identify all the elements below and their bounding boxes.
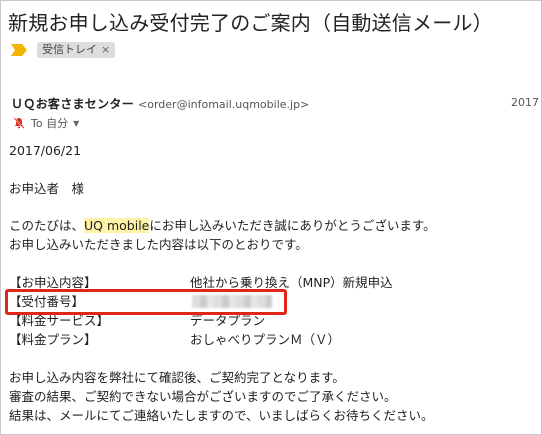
brand-highlight: UQ mobile (84, 218, 150, 233)
recipient-text: To 自分 (31, 117, 69, 130)
recipient-row: To 自分 ▼ (13, 115, 79, 131)
intro-line-2: お申し込みいただきました内容は以下のとおりです。 (9, 237, 308, 252)
intro-text-pre: このたびは、 (9, 218, 85, 233)
received-date: 2017 (511, 96, 539, 109)
remove-label-icon[interactable]: × (101, 43, 110, 56)
closing-line-3: 結果は、メールにてご連絡いたしますので、いましばらくお待ちください。 (9, 408, 434, 423)
email-subject: 新規お申し込み受付完了のご案内（自動送信メール） (8, 11, 493, 35)
inbox-label-chip[interactable]: 受信トレイ × (37, 42, 116, 58)
intro-line-1: このたびは、UQ mobileにお申し込みいただき誠にありがとうございます。 (9, 216, 436, 235)
email-view: 新規お申し込み受付完了のご案内（自動送信メール） 受信トレイ × ＵＱお客さまセン… (0, 0, 542, 435)
annotation-highlight-box (5, 289, 287, 315)
closing-line-2: 審査の結果、ご契約できない場合がございますのでご了承ください。 (9, 389, 397, 404)
mail-date: 2017/06/21 (9, 143, 82, 158)
sender-row: ＵＱお客さまセンター <order@infomail.uqmobile.jp> (11, 95, 309, 112)
bell-off-icon (13, 117, 25, 129)
greeting: お申込者 様 (9, 181, 85, 196)
closing-line-1: お申し込み内容を弊社にて確認後、ご契約完了となります。 (9, 370, 345, 385)
chevron-down-icon[interactable]: ▼ (73, 119, 79, 128)
intro-text-post: にお申し込みいただき誠にありがとうございます。 (149, 218, 436, 233)
detail-key: 【料金プラン】 (9, 332, 97, 347)
sender-email: <order@infomail.uqmobile.jp> (138, 98, 310, 111)
detail-value: おしゃべりプランＭ（Ｖ） (190, 332, 341, 347)
label-row: 受信トレイ × (11, 42, 116, 58)
sender-name[interactable]: ＵＱお客さまセンター (11, 97, 134, 111)
detail-row-plan: 【料金プラン】 おしゃべりプランＭ（Ｖ） (9, 330, 429, 349)
inbox-label-text: 受信トレイ (42, 43, 97, 56)
importance-marker-icon[interactable] (11, 44, 27, 56)
